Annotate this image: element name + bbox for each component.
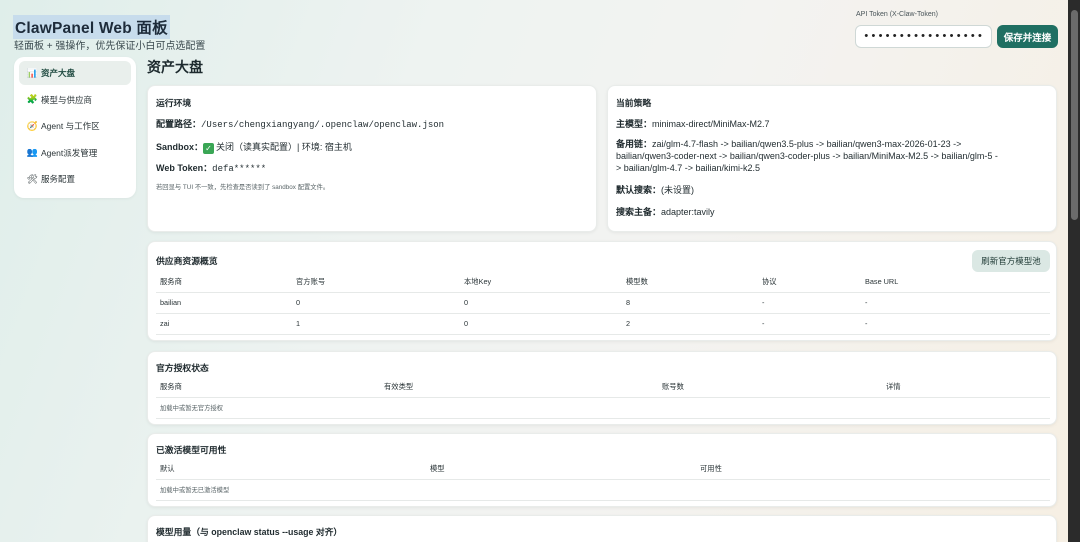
activated-models-card-title: 已激活模型可用性 bbox=[156, 445, 227, 455]
web-token-value: defa****** bbox=[212, 164, 267, 174]
column-header: 本地Key bbox=[460, 272, 622, 293]
compass-icon: 🧭 bbox=[26, 120, 39, 131]
column-header: 模型 bbox=[426, 459, 696, 480]
primary-model-row: 主模型：minimax-direct/MiniMax-M2.7 bbox=[616, 117, 770, 130]
chart-icon: 📊 bbox=[26, 67, 39, 78]
default-search-label: 默认搜索： bbox=[616, 185, 662, 195]
column-header: 模型数 bbox=[622, 272, 758, 293]
column-header: 可用性 bbox=[696, 459, 1050, 480]
providers-card: 供应商资源概览 刷新官方模型池 服务商 官方账号 本地Key 模型数 协议 Ba… bbox=[147, 241, 1057, 341]
table-cell: - bbox=[861, 313, 1050, 335]
column-header: 服务商 bbox=[156, 272, 292, 293]
fallback-chain-line: > bailian/glm-4.7 -> bailian/kimi-k2.5 bbox=[616, 163, 761, 173]
table-cell: 1 bbox=[292, 313, 460, 335]
app-subtitle: 轻面板 + 强操作，优先保证小白可点选配置 bbox=[14, 41, 206, 52]
column-header: 默认 bbox=[156, 459, 426, 480]
activated-models-card: 已激活模型可用性 默认 模型 可用性 加载中或暂无已激活模型 bbox=[147, 433, 1057, 507]
table-cell: - bbox=[758, 313, 861, 335]
fallback-chain-label: 备用链： bbox=[616, 139, 653, 149]
primary-model-label: 主模型： bbox=[616, 119, 653, 129]
tools-icon: 🛠 bbox=[26, 173, 39, 184]
sidebar-item-label: 资产大盘 bbox=[41, 68, 76, 78]
config-path-row: 配置路径：/Users/chengxiangyang/.openclaw/ope… bbox=[156, 117, 444, 130]
column-header: 详情 bbox=[882, 377, 1050, 398]
providers-table: 服务商 官方账号 本地Key 模型数 协议 Base URL bailian 0… bbox=[156, 272, 1050, 335]
app-title: ClawPanel Web 面板 bbox=[13, 15, 170, 39]
refresh-model-pool-button[interactable]: 刷新官方模型池 bbox=[972, 250, 1050, 272]
default-search-row: 默认搜索：(未设置) bbox=[616, 183, 694, 196]
table-header-row: 服务商 有效类型 账号数 详情 bbox=[156, 377, 1050, 398]
table-cell: - bbox=[758, 292, 861, 314]
strategy-card-title: 当前策略 bbox=[616, 98, 652, 108]
table-header-row: 服务商 官方账号 本地Key 模型数 协议 Base URL bbox=[156, 272, 1050, 293]
sandbox-row: Sandbox： ✓ 关闭（读真实配置）| 环境: 宿主机 bbox=[156, 140, 352, 154]
scrollbar-thumb[interactable] bbox=[1071, 10, 1078, 220]
table-cell: bailian bbox=[156, 292, 292, 314]
table-row: zai 1 0 2 - - bbox=[156, 313, 1050, 335]
users-icon: 👥 bbox=[26, 147, 39, 157]
providers-card-title: 供应商资源概览 bbox=[156, 256, 218, 266]
runtime-card: 运行环境 配置路径：/Users/chengxiangyang/.opencla… bbox=[147, 85, 597, 232]
auth-status-table: 服务商 有效类型 账号数 详情 加载中或暂无官方授权 bbox=[156, 377, 1050, 419]
column-header: 官方账号 bbox=[292, 272, 460, 293]
auth-status-card: 官方授权状态 服务商 有效类型 账号数 详情 加载中或暂无官方授权 bbox=[147, 351, 1057, 425]
table-cell: 2 bbox=[622, 313, 758, 335]
config-path-value: /Users/chengxiangyang/.openclaw/openclaw… bbox=[201, 120, 445, 130]
scrollbar[interactable] bbox=[1068, 0, 1080, 542]
web-token-label: Web Token： bbox=[156, 163, 213, 173]
fallback-chain-line: zai/glm-4.7-flash -> bailian/qwen3.5-plu… bbox=[652, 139, 962, 149]
column-header: 有效类型 bbox=[380, 377, 658, 398]
table-cell: - bbox=[861, 292, 1050, 314]
table-cell: 0 bbox=[460, 292, 622, 314]
search-main-value: adapter:tavily bbox=[661, 207, 715, 217]
default-search-value: (未设置) bbox=[661, 185, 695, 195]
table-cell: 0 bbox=[292, 292, 460, 314]
search-main-label: 搜索主备： bbox=[616, 207, 662, 217]
table-header-row: 默认 模型 可用性 bbox=[156, 459, 1050, 480]
api-token-input[interactable] bbox=[855, 25, 992, 48]
table-row: 加载中或暂无已激活模型 bbox=[156, 479, 1050, 501]
sidebar-item-label: 服务配置 bbox=[41, 174, 76, 184]
model-usage-card-title: 模型用量（与 openclaw status --usage 对齐） bbox=[156, 527, 343, 537]
table-cell: 0 bbox=[460, 313, 622, 335]
search-main-row: 搜索主备：adapter:tavily bbox=[616, 205, 715, 218]
sidebar-item-service-config[interactable]: 🛠 服务配置 bbox=[19, 167, 131, 191]
column-header: 服务商 bbox=[156, 377, 380, 398]
web-token-row: Web Token：defa****** bbox=[156, 161, 266, 174]
auth-status-card-title: 官方授权状态 bbox=[156, 363, 209, 373]
sidebar-item-agent-workspace[interactable]: 🧭 Agent 与工作区 bbox=[19, 114, 131, 138]
runtime-card-title: 运行环境 bbox=[156, 98, 192, 108]
sidebar: 📊 资产大盘 🧩 模型与供应商 🧭 Agent 与工作区 👥 Agent派发管理… bbox=[14, 57, 136, 198]
table-row: bailian 0 0 8 - - bbox=[156, 292, 1050, 314]
primary-model-value: minimax-direct/MiniMax-M2.7 bbox=[652, 119, 770, 129]
sidebar-item-asset-dashboard[interactable]: 📊 资产大盘 bbox=[19, 61, 131, 85]
sidebar-item-agent-dispatch[interactable]: 👥 Agent派发管理 bbox=[19, 141, 131, 165]
table-row: 加载中或暂无官方授权 bbox=[156, 397, 1050, 419]
runtime-note: 若回显与 TUI 不一致，先检查是否读到了 sandbox 配置文件。 bbox=[156, 184, 330, 191]
sandbox-value: 关闭（读真实配置）| 环境: 宿主机 bbox=[216, 142, 352, 152]
sidebar-item-label: 模型与供应商 bbox=[41, 94, 93, 105]
strategy-card: 当前策略 主模型：minimax-direct/MiniMax-M2.7 备用链… bbox=[607, 85, 1057, 232]
api-token-label: API Token (X-Claw-Token) bbox=[856, 11, 938, 18]
column-header: Base URL bbox=[861, 272, 1050, 293]
fallback-chain-row: 备用链：zai/glm-4.7-flash -> bailian/qwen3.5… bbox=[616, 138, 998, 174]
sandbox-label: Sandbox： bbox=[156, 142, 204, 152]
check-icon: ✓ bbox=[203, 143, 215, 154]
save-and-connect-button[interactable]: 保存并连接 bbox=[997, 25, 1058, 48]
model-usage-card: 模型用量（与 openclaw status --usage 对齐） bbox=[147, 515, 1057, 542]
sidebar-item-label: Agent 与工作区 bbox=[41, 121, 100, 131]
page-title: 资产大盘 bbox=[147, 59, 203, 75]
sidebar-item-label: Agent派发管理 bbox=[41, 147, 98, 158]
table-cell: zai bbox=[156, 313, 292, 335]
config-path-label: 配置路径： bbox=[156, 119, 202, 129]
activated-models-table: 默认 模型 可用性 加载中或暂无已激活模型 bbox=[156, 459, 1050, 501]
fallback-chain-line: bailian/qwen3-coder-next -> bailian/qwen… bbox=[616, 151, 998, 161]
empty-state: 加载中或暂无官方授权 bbox=[156, 397, 1050, 419]
column-header: 账号数 bbox=[658, 377, 882, 398]
column-header: 协议 bbox=[758, 272, 861, 293]
puzzle-icon: 🧩 bbox=[26, 94, 39, 104]
sidebar-item-models-providers[interactable]: 🧩 模型与供应商 bbox=[19, 88, 131, 112]
empty-state: 加载中或暂无已激活模型 bbox=[156, 479, 1050, 501]
table-cell: 8 bbox=[622, 292, 758, 314]
